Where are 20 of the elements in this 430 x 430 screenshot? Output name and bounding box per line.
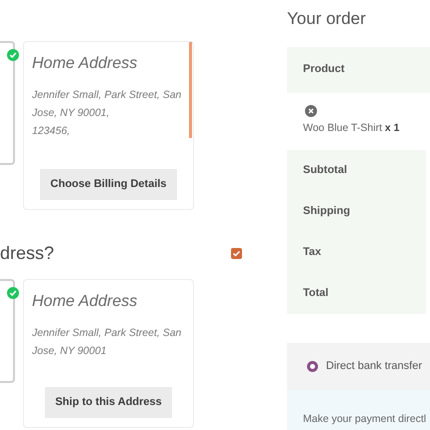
address-button[interactable]: Ship to this Address (45, 387, 172, 418)
address-text: Jennifer Small, Park Street, San Jose, NY 90001 (32, 326, 182, 359)
order-title: Your order (287, 8, 367, 30)
address-title: Home Address (32, 54, 138, 74)
address-text: 123456, (32, 124, 71, 139)
total-label: Shipping (303, 204, 350, 219)
column-header: Product (303, 62, 345, 78)
section-heading: dress? (0, 242, 54, 265)
address-title: Home Address (32, 292, 138, 312)
payment-label: Direct bank transfer (326, 359, 422, 374)
address-button[interactable]: Choose Billing Details (40, 169, 177, 200)
payment-description: Make your payment directl (303, 413, 426, 425)
remove-icon[interactable] (305, 105, 317, 118)
total-label: Total (303, 286, 328, 301)
total-label: Subtotal (303, 162, 347, 178)
total-label: Tax (303, 244, 322, 260)
product-name: Woo Blue T-Shirt x 1 (303, 121, 401, 136)
radio-button[interactable] (307, 360, 318, 372)
checkbox[interactable] (231, 248, 242, 259)
address-text: Jennifer Small, Park Street, San Jose, NY 90001, (32, 88, 182, 121)
